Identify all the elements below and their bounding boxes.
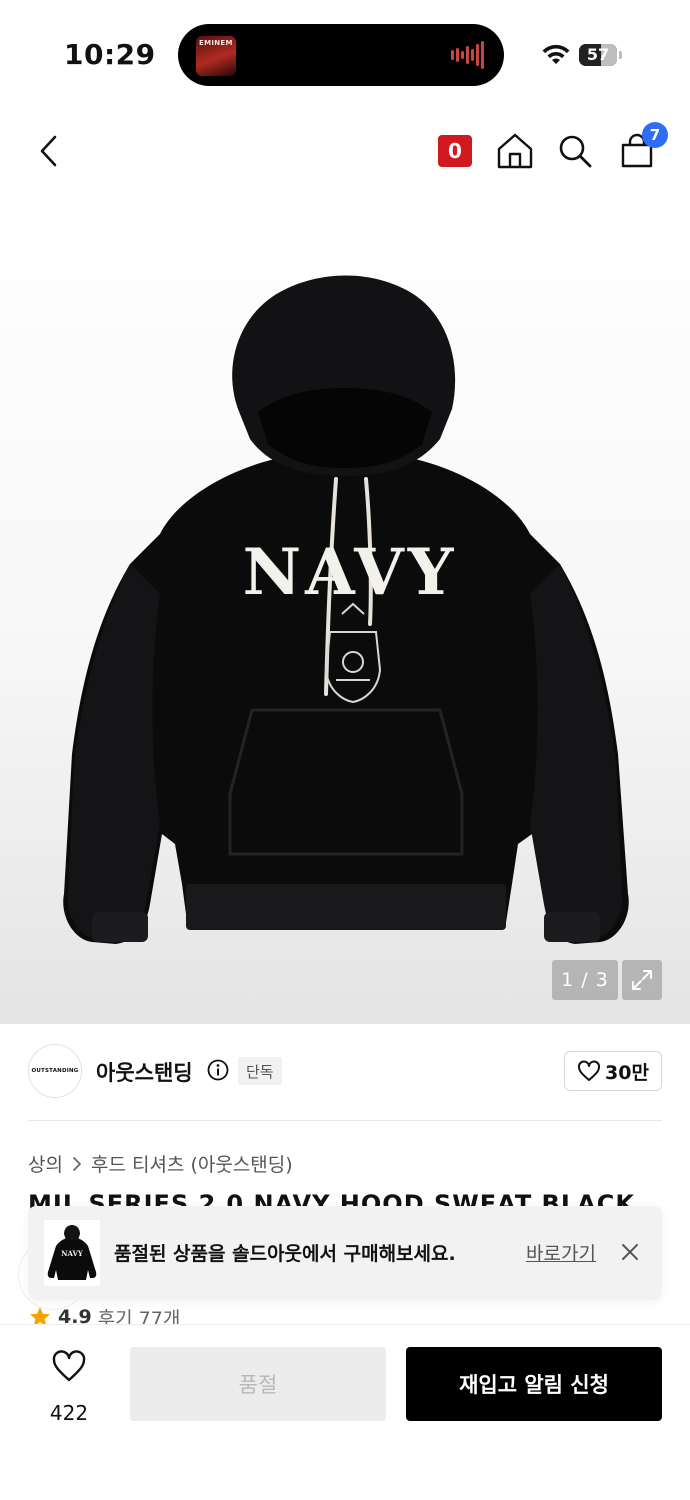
product-image-gallery[interactable]: NAVY 1 / 3	[0, 194, 690, 1024]
home-icon	[497, 133, 533, 169]
brand-logo[interactable]: OUTSTANDING	[28, 1044, 82, 1098]
search-icon	[559, 135, 592, 168]
notification-badge: 0	[438, 135, 472, 167]
heart-icon	[52, 1350, 86, 1382]
dynamic-island[interactable]: EMINEM	[178, 24, 504, 86]
wifi-icon	[542, 44, 570, 64]
battery-indicator: 57	[579, 44, 623, 66]
hoodie-product-photo: NAVY	[63, 275, 629, 944]
brand-like-button[interactable]: 30만	[564, 1051, 662, 1091]
back-button[interactable]	[26, 128, 72, 174]
bottom-action-bar: 422 품절 재입고 알림 신청	[0, 1324, 690, 1500]
chevron-right-icon	[73, 1156, 81, 1171]
home-button[interactable]	[492, 128, 538, 174]
breadcrumb-subcategory[interactable]: 후드 티셔츠 (아웃스탠딩)	[91, 1150, 293, 1177]
notification-badge-button[interactable]: 0	[432, 128, 478, 174]
breadcrumb-category[interactable]: 상의	[28, 1150, 63, 1177]
now-playing-album-art[interactable]: EMINEM	[196, 36, 236, 76]
hoodie-thumbnail-image: NAVY	[47, 1225, 97, 1280]
soldout-button[interactable]: 품절	[130, 1347, 386, 1421]
exclusive-badge: 단독	[238, 1057, 282, 1085]
cart-button[interactable]: 7	[614, 122, 668, 174]
expand-image-button[interactable]	[622, 960, 662, 1000]
status-time: 10:29	[64, 38, 156, 71]
status-bar: 10:29 EMINEM 57	[0, 0, 690, 110]
search-button[interactable]	[552, 128, 598, 174]
toast-message: 품절된 상품을 솔드아웃에서 구매해보세요.	[114, 1243, 456, 1265]
wishlist-button[interactable]: 422	[34, 1347, 104, 1427]
hoodie-print-text: NAVY	[243, 535, 458, 610]
chevron-left-icon	[40, 135, 57, 167]
brand-name[interactable]: 아웃스탠딩	[96, 1057, 193, 1087]
wishlist-count: 422	[49, 1401, 89, 1425]
top-navigation: 0 7	[0, 110, 690, 194]
album-art-text: EMINEM	[199, 39, 233, 47]
heart-icon	[578, 1060, 601, 1081]
info-icon[interactable]	[207, 1059, 229, 1081]
thumbnail-print-text: NAVY	[61, 1249, 84, 1258]
divider	[28, 1120, 662, 1121]
breadcrumb: 상의 후드 티셔츠 (아웃스탠딩)	[28, 1150, 293, 1177]
cart-count-badge: 7	[642, 122, 668, 148]
soldout-toast: NAVY 품절된 상품을 솔드아웃에서 구매해보세요. 바로가기	[28, 1206, 662, 1300]
image-counter: 1 / 3	[552, 960, 618, 1000]
audio-waveform-icon	[451, 41, 484, 69]
brand-like-count: 30만	[605, 1061, 649, 1084]
close-icon[interactable]	[618, 1240, 642, 1264]
battery-percent: 57	[586, 45, 610, 64]
expand-icon	[632, 970, 652, 990]
brand-logo-text: OUTSTANDING	[31, 1068, 79, 1074]
toast-shortcut-link[interactable]: 바로가기	[526, 1239, 596, 1266]
restock-alert-button[interactable]: 재입고 알림 신청	[406, 1347, 662, 1421]
brand-row: OUTSTANDING 아웃스탠딩 단독 30만	[0, 1024, 690, 1120]
toast-product-thumbnail: NAVY	[44, 1220, 100, 1286]
